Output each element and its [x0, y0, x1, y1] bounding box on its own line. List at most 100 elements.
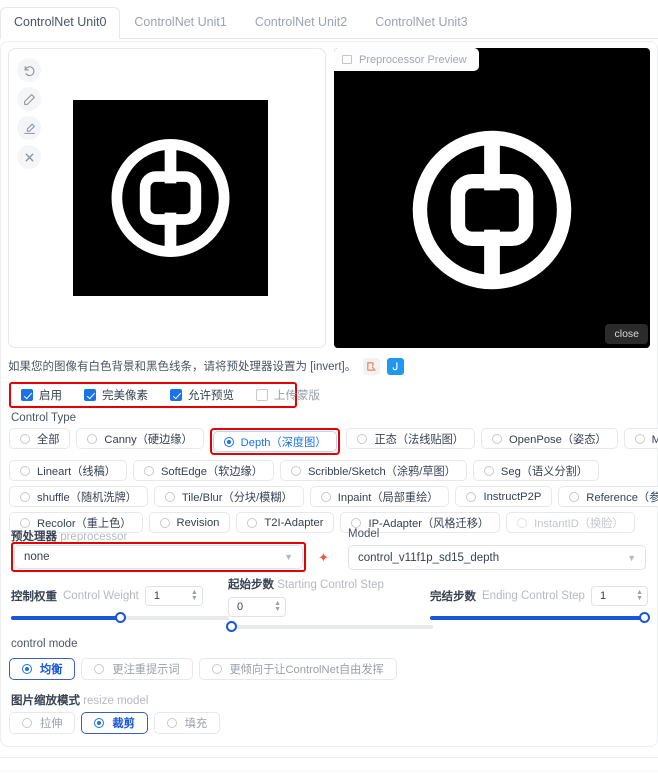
control-mode-controlnet-priority[interactable]: 更倾向于让ControlNet自由发挥 [198, 658, 397, 680]
preprocessor-select[interactable]: none ▼ [14, 545, 303, 569]
radio-icon[interactable] [247, 517, 258, 528]
radio-icon [517, 517, 528, 528]
checkbox-enable[interactable]: 启用 [21, 387, 62, 403]
remove-background-icon[interactable] [17, 116, 41, 140]
undo-icon[interactable] [17, 58, 41, 82]
control-type-row-3: shuffle（随机洗牌） Tile/Blur（分块/模糊） Inpaint（局… [9, 486, 658, 507]
stepper-icon[interactable]: ▲ ▼ [274, 600, 281, 613]
checkbox-upload-mask-box[interactable] [256, 389, 268, 401]
control-type-shuffle[interactable]: shuffle（随机洗牌） [9, 486, 148, 507]
controlnet-panel: ControlNet Unit0 ControlNet Unit1 Contro… [0, 0, 658, 780]
control-weight-slider-group: 控制权重 Control Weight 1 ▲ ▼ [11, 586, 229, 623]
edit-icon[interactable] [17, 87, 41, 111]
chevron-down-icon: ▼ [284, 552, 293, 562]
control-type-tile-blur[interactable]: Tile/Blur（分块/模糊） [153, 486, 304, 507]
radio-icon[interactable] [357, 433, 368, 444]
control-weight-knob[interactable] [115, 612, 126, 623]
control-type-reference[interactable]: Reference（参考） [558, 486, 658, 507]
preprocessor-preview-panel[interactable]: Preprocessor Preview close [334, 48, 650, 348]
control-type-normal[interactable]: 正态（法线贴图） [346, 428, 475, 449]
radio-icon[interactable] [483, 465, 494, 476]
control-mode-title: control mode [11, 638, 78, 650]
control-weight-track[interactable] [11, 612, 229, 623]
control-type-softedge[interactable]: SoftEdge（软边缘） [132, 460, 274, 481]
radio-icon[interactable] [166, 718, 177, 728]
tab-controlnet-unit3[interactable]: ControlNet Unit3 [361, 7, 481, 38]
control-weight-input[interactable]: 1 ▲ ▼ [144, 586, 203, 606]
resize-mode-crop[interactable]: 裁剪 [81, 712, 148, 734]
control-type-scribble[interactable]: Scribble/Sketch（涂鸦/草图） [279, 460, 467, 481]
starting-step-knob[interactable] [226, 621, 237, 632]
radio-icon[interactable] [87, 433, 98, 444]
radio-icon[interactable] [491, 433, 502, 444]
radio-icon[interactable] [143, 465, 154, 476]
radio-icon[interactable] [290, 465, 301, 476]
resize-mode-options: 拉伸 裁剪 填充 [9, 712, 221, 734]
j-app-icon[interactable] [387, 357, 405, 375]
control-mode-balanced[interactable]: 均衡 [9, 658, 76, 680]
preview-image [334, 71, 650, 348]
radio-icon[interactable] [211, 664, 222, 674]
chevron-down-icon: ▼ [627, 552, 636, 563]
control-type-seg[interactable]: Seg（语义分割） [472, 460, 599, 481]
input-image[interactable] [73, 100, 268, 296]
starting-step-input[interactable]: 0 ▲ ▼ [228, 597, 286, 617]
model-value: control_v11f1p_sd15_depth [358, 551, 500, 564]
control-type-canny[interactable]: Canny（硬边缘） [76, 428, 204, 449]
control-type-all[interactable]: 全部 [9, 428, 71, 449]
ending-step-input[interactable]: 1 ▲ ▼ [590, 586, 648, 606]
control-type-lineart[interactable]: Lineart（线稿） [9, 460, 127, 481]
radio-icon[interactable] [466, 491, 477, 502]
model-select[interactable]: control_v11f1p_sd15_depth ▼ [348, 545, 646, 570]
radio-icon[interactable] [22, 718, 32, 728]
starting-step-track[interactable] [226, 621, 433, 632]
checkbox-pixel-perfect-box[interactable] [84, 389, 96, 401]
radio-icon[interactable] [569, 491, 580, 502]
radio-icon[interactable] [634, 433, 645, 444]
control-type-depth[interactable]: Depth（深度图） [212, 431, 338, 452]
pin-icon[interactable]: ✦ [318, 550, 329, 566]
preprocessor-highlight: none ▼ [11, 542, 306, 572]
control-type-title: Control Type [11, 412, 76, 424]
tab-controlnet-unit2[interactable]: ControlNet Unit2 [241, 7, 361, 38]
clear-icon[interactable] [17, 145, 41, 169]
resize-mode-fill[interactable]: 填充 [153, 712, 221, 734]
checkbox-allow-preview[interactable]: 允许预览 [170, 387, 234, 403]
stepper-icon[interactable]: ▲ ▼ [636, 589, 643, 602]
radio-icon[interactable] [159, 517, 170, 528]
checkbox-pixel-perfect[interactable]: 完美像素 [84, 387, 148, 403]
control-type-mlsd[interactable]: MLSD（直线） [623, 428, 658, 449]
control-type-instructp2p[interactable]: InstructP2P [455, 486, 553, 507]
control-type-revision[interactable]: Revision [148, 512, 231, 533]
radio-icon[interactable] [320, 491, 331, 502]
checkbox-enable-box[interactable] [21, 389, 33, 401]
edit-note-icon[interactable] [363, 357, 381, 375]
checkbox-upload-mask[interactable]: 上传蒙版 [256, 387, 320, 403]
close-preview-button[interactable]: close [605, 324, 648, 344]
checkbox-allow-preview-box[interactable] [170, 389, 182, 401]
radio-icon[interactable] [223, 436, 234, 447]
radio-icon[interactable] [351, 517, 362, 528]
radio-icon[interactable] [20, 465, 30, 476]
control-type-inpaint[interactable]: Inpaint（局部重绘） [309, 486, 450, 507]
control-type-t2i-adapter[interactable]: T2I-Adapter [236, 512, 335, 533]
image-placeholder-icon [342, 55, 352, 64]
resize-mode-stretch[interactable]: 拉伸 [9, 712, 76, 734]
radio-icon[interactable] [20, 517, 30, 528]
input-image-panel[interactable] [8, 48, 326, 348]
tab-controlnet-unit0[interactable]: ControlNet Unit0 [0, 7, 121, 39]
radio-icon[interactable] [94, 664, 105, 674]
radio-icon[interactable] [20, 433, 30, 444]
footer-divider-secondary [0, 771, 658, 772]
ending-step-knob[interactable] [639, 612, 650, 623]
control-type-openpose[interactable]: OpenPose（姿态） [480, 428, 618, 449]
radio-icon[interactable] [22, 664, 32, 674]
radio-icon[interactable] [20, 491, 30, 502]
tab-controlnet-unit1[interactable]: ControlNet Unit1 [120, 7, 240, 38]
radio-icon[interactable] [94, 718, 105, 728]
preview-label-text: Preprocessor Preview [359, 53, 467, 66]
ending-step-track[interactable] [430, 612, 650, 623]
radio-icon[interactable] [164, 491, 175, 502]
control-mode-prompt-priority[interactable]: 更注重提示词 [81, 658, 193, 680]
stepper-icon[interactable]: ▲ ▼ [191, 589, 198, 602]
